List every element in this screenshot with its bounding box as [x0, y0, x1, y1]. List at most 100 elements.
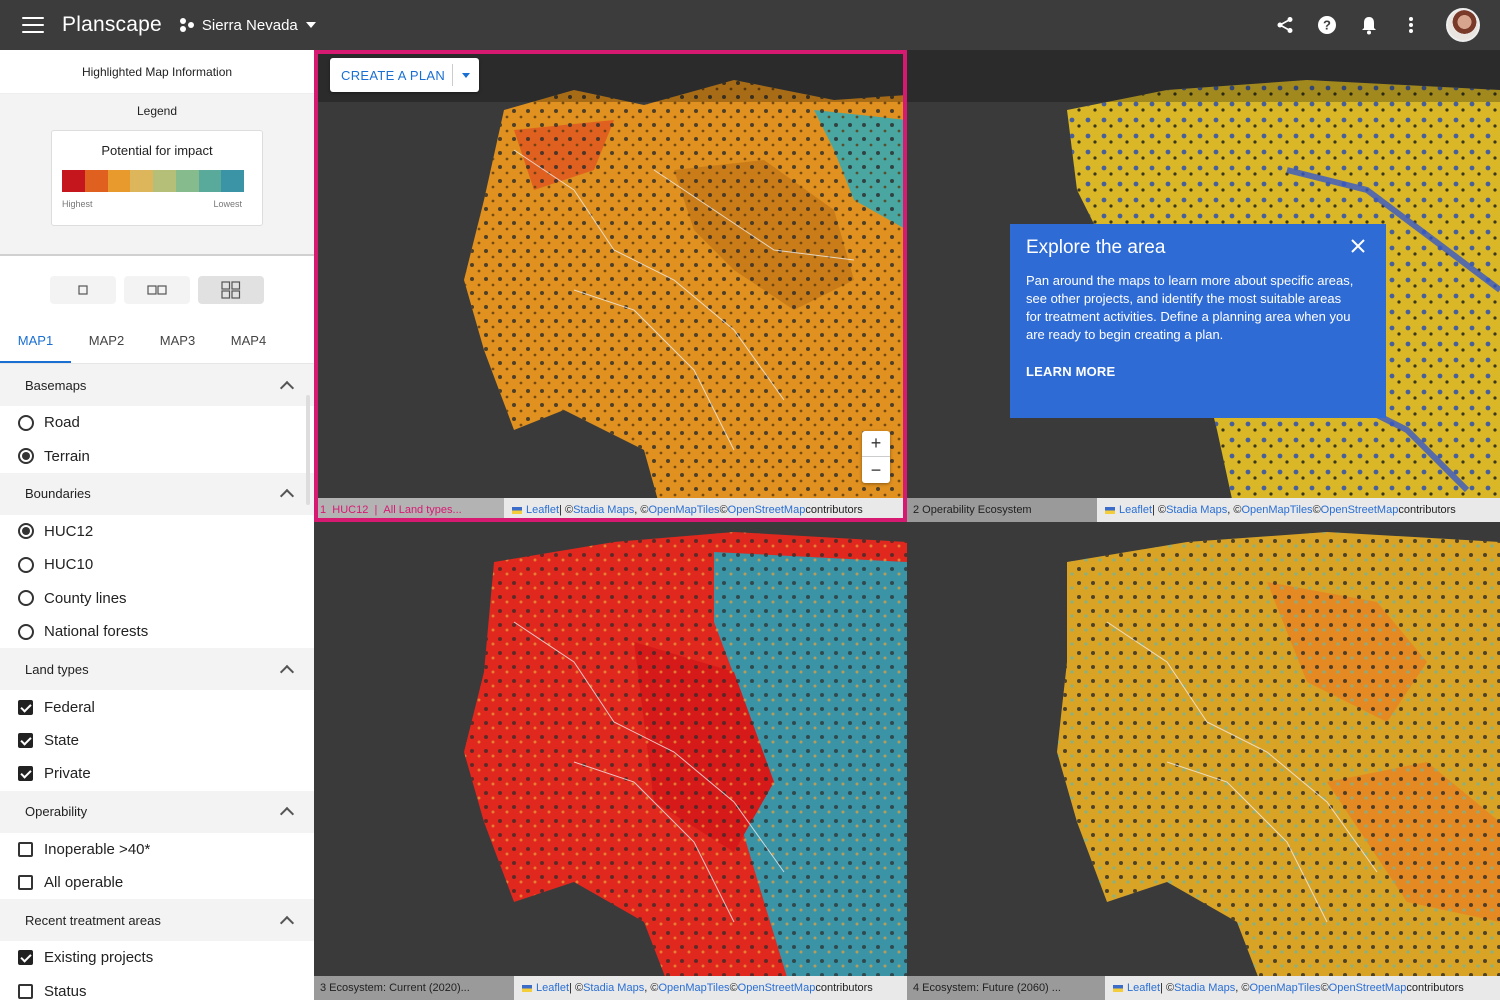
- operability-all-option[interactable]: All operable: [0, 866, 314, 899]
- notifications-bell-icon[interactable]: [1358, 14, 1380, 36]
- radio-button[interactable]: [18, 523, 34, 540]
- region-icon: [179, 17, 196, 33]
- single-view-icon: [78, 285, 88, 295]
- hamburger-menu-icon[interactable]: [22, 17, 44, 33]
- sidebar-scrollbar[interactable]: [306, 395, 310, 505]
- leaflet-link[interactable]: Leaflet: [526, 504, 559, 516]
- tab-map1[interactable]: MAP1: [0, 326, 71, 363]
- section-boundaries[interactable]: Boundaries: [0, 472, 314, 515]
- omt-link[interactable]: OpenMapTiles: [1249, 982, 1320, 994]
- two-map-layout-button[interactable]: [124, 276, 190, 304]
- attr-text: , ©: [1227, 504, 1242, 516]
- land-private-option[interactable]: Private: [0, 757, 314, 790]
- section-land-types[interactable]: Land types: [0, 648, 314, 691]
- option-label: Private: [44, 765, 91, 783]
- create-plan-button[interactable]: CREATE A PLAN: [330, 58, 479, 92]
- radio-button[interactable]: [18, 556, 34, 573]
- stadia-link[interactable]: Stadia Maps: [1166, 504, 1227, 516]
- land-federal-option[interactable]: Federal: [0, 690, 314, 723]
- checkbox[interactable]: [18, 983, 33, 999]
- option-label: Inoperable >40*: [44, 840, 151, 858]
- operability-inoperable-option[interactable]: Inoperable >40*: [0, 833, 314, 866]
- chevron-up-icon: [279, 664, 295, 679]
- boundary-huc12-option[interactable]: HUC12: [0, 515, 314, 548]
- boundary-county-option[interactable]: County lines: [0, 582, 314, 615]
- flag-icon: [512, 506, 522, 514]
- map3-terrain-layer[interactable]: [314, 522, 907, 1000]
- tab-map3[interactable]: MAP3: [142, 326, 213, 363]
- leaflet-link[interactable]: Leaflet: [1119, 504, 1152, 516]
- stadia-link[interactable]: Stadia Maps: [583, 982, 644, 994]
- attr-text: contributors: [1398, 504, 1456, 516]
- recent-existing-option[interactable]: Existing projects: [0, 941, 314, 974]
- land-state-option[interactable]: State: [0, 724, 314, 757]
- option-label: State: [44, 731, 80, 749]
- radio-button[interactable]: [18, 448, 34, 465]
- option-label: Status: [44, 982, 87, 1000]
- checkbox[interactable]: [18, 699, 33, 715]
- osm-link[interactable]: OpenStreetMap: [738, 982, 816, 994]
- stadia-link[interactable]: Stadia Maps: [573, 504, 634, 516]
- attr-text: , ©: [634, 504, 649, 516]
- omt-link[interactable]: OpenMapTiles: [648, 504, 719, 516]
- stadia-link[interactable]: Stadia Maps: [1174, 982, 1235, 994]
- map4-terrain-layer[interactable]: [907, 522, 1500, 1000]
- tab-map2[interactable]: MAP2: [71, 326, 142, 363]
- checkbox[interactable]: [18, 875, 33, 891]
- create-plan-dropdown[interactable]: [453, 72, 479, 78]
- map2-attribution: Leaflet | © Stadia Maps, © OpenMapTiles …: [1097, 498, 1500, 522]
- single-map-layout-button[interactable]: [50, 276, 116, 304]
- section-basemaps[interactable]: Basemaps: [0, 364, 314, 406]
- radio-button[interactable]: [18, 623, 34, 640]
- attr-text: | ©: [559, 504, 574, 516]
- close-icon[interactable]: [1350, 238, 1366, 254]
- checkbox[interactable]: [18, 841, 33, 857]
- more-vert-icon[interactable]: [1400, 14, 1422, 36]
- chevron-up-icon: [279, 380, 295, 395]
- user-avatar[interactable]: [1446, 8, 1480, 42]
- recent-status-option[interactable]: Status: [0, 975, 314, 1000]
- map1-label: 1 HUC12 | All Land types...: [314, 498, 504, 522]
- checkbox[interactable]: [18, 950, 33, 966]
- map-panel-4[interactable]: 4 Ecosystem: Future (2060) ... Leaflet |…: [907, 522, 1500, 1000]
- section-recent-treatment[interactable]: Recent treatment areas: [0, 899, 314, 942]
- map3-label: 3 Ecosystem: Current (2020)...: [314, 976, 514, 1000]
- radio-button[interactable]: [18, 590, 34, 607]
- legend-swatch: [221, 170, 244, 192]
- help-icon[interactable]: ?: [1316, 14, 1338, 36]
- zoom-in-button[interactable]: +: [862, 431, 890, 457]
- map-panel-3[interactable]: 3 Ecosystem: Current (2020)... Leaflet |…: [314, 522, 907, 1000]
- radio-button[interactable]: [18, 414, 34, 431]
- zoom-out-button[interactable]: −: [862, 457, 890, 483]
- tab-map4[interactable]: MAP4: [213, 326, 284, 363]
- omt-link[interactable]: OpenMapTiles: [1241, 504, 1312, 516]
- four-map-layout-button[interactable]: [198, 276, 264, 304]
- checkbox[interactable]: [18, 766, 33, 782]
- leaflet-link[interactable]: Leaflet: [536, 982, 569, 994]
- map4-label: 4 Ecosystem: Future (2060) ...: [907, 976, 1105, 1000]
- map-panel-1[interactable]: 1 HUC12 | All Land types... Leaflet | © …: [314, 50, 907, 522]
- osm-link[interactable]: OpenStreetMap: [1329, 982, 1407, 994]
- osm-link[interactable]: OpenStreetMap: [728, 504, 806, 516]
- boundary-forests-option[interactable]: National forests: [0, 615, 314, 648]
- osm-link[interactable]: OpenStreetMap: [1321, 504, 1399, 516]
- attr-text: ©: [1320, 982, 1329, 994]
- boundary-huc10-option[interactable]: HUC10: [0, 548, 314, 581]
- share-icon[interactable]: [1274, 14, 1296, 36]
- map1-terrain-layer[interactable]: [314, 50, 907, 522]
- attr-text: | ©: [569, 982, 584, 994]
- region-label: Sierra Nevada: [201, 16, 298, 34]
- section-title: Basemaps: [25, 377, 87, 393]
- highlighted-map-info-header: Highlighted Map Information: [0, 50, 314, 94]
- learn-more-button[interactable]: LEARN MORE: [1026, 364, 1370, 379]
- omt-link[interactable]: OpenMapTiles: [658, 982, 729, 994]
- section-title: Boundaries: [25, 486, 91, 502]
- legend-swatch: [84, 170, 108, 192]
- explore-area-popup: Explore the area Pan around the maps to …: [1010, 224, 1386, 418]
- basemap-road-option[interactable]: Road: [0, 406, 314, 439]
- leaflet-link[interactable]: Leaflet: [1127, 982, 1160, 994]
- region-selector[interactable]: Sierra Nevada: [179, 16, 316, 34]
- section-operability[interactable]: Operability: [0, 790, 314, 833]
- checkbox[interactable]: [18, 732, 33, 748]
- basemap-terrain-option[interactable]: Terrain: [0, 439, 314, 472]
